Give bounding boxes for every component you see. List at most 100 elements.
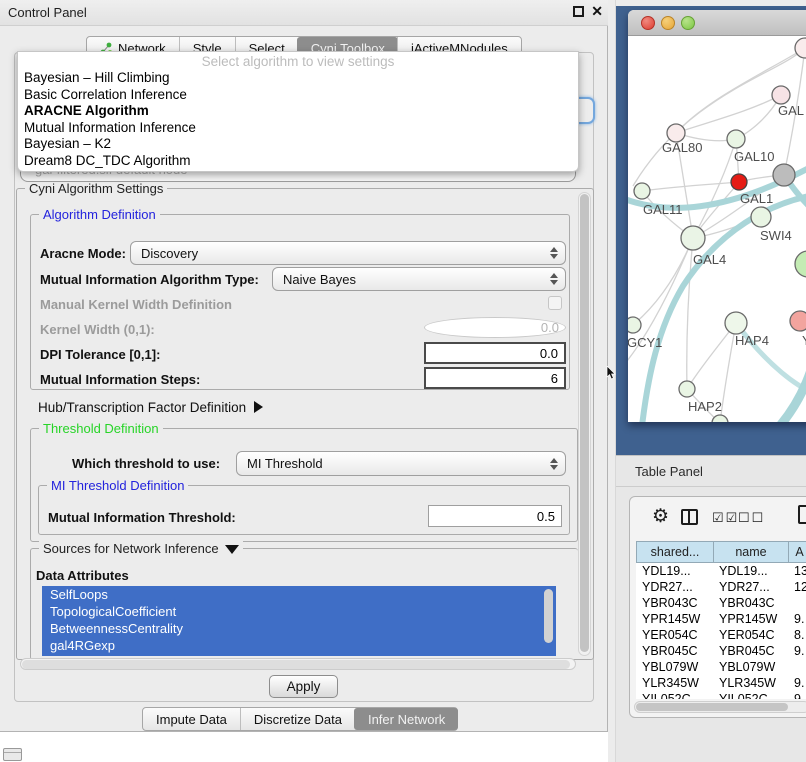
table-row[interactable]: YBR045CYBR045C9.	[636, 643, 806, 659]
node-circle-gal[interactable]	[772, 86, 790, 104]
algorithm-item-selected[interactable]: ARACNE Algorithm	[18, 103, 578, 120]
table-horizontal-scrollbar[interactable]	[634, 701, 806, 713]
node-circle-gal1-selected[interactable]	[731, 174, 747, 190]
aracne-mode-combo[interactable]: Discovery	[130, 241, 566, 265]
close-icon[interactable]: ✕	[591, 3, 603, 20]
control-panel-title: Control Panel	[8, 5, 87, 20]
columns-icon[interactable]	[681, 509, 698, 525]
new-table-icon[interactable]	[798, 505, 806, 524]
mi-steps-field[interactable]: 6	[424, 367, 566, 389]
node-table[interactable]: shared... name A YDL19...YDL19...13 YDR2…	[636, 541, 806, 699]
attributes-list-scrollbar[interactable]	[544, 589, 553, 643]
cell: YBR043C	[636, 595, 713, 611]
apply-button[interactable]: Apply	[269, 675, 338, 698]
tab-discretize-data[interactable]: Discretize Data	[240, 708, 355, 730]
manual-kernel-label: Manual Kernel Width Definition	[40, 297, 232, 312]
cell: YDL19...	[713, 563, 788, 579]
cell: 9	[788, 691, 806, 699]
kernel-width-value: 0.0	[541, 320, 559, 335]
node-circle-gray[interactable]	[773, 164, 795, 186]
table-row[interactable]: YIL052CYIL052C9	[636, 691, 806, 699]
collapse-down-icon	[225, 545, 239, 554]
algorithm-item[interactable]: Bayesian – K2	[18, 136, 578, 153]
table-row[interactable]: YDL19...YDL19...13	[636, 563, 806, 579]
data-attributes-list[interactable]: SelfLoops TopologicalCoefficient Between…	[42, 586, 556, 656]
column-header-name[interactable]: name	[713, 541, 788, 563]
bottom-tabbar: Impute Data Discretize Data Infer Networ…	[142, 707, 458, 731]
table-header-row: shared... name A	[636, 541, 806, 563]
algorithm-item[interactable]: Mutual Information Inference	[18, 120, 578, 137]
column-header-shared-name[interactable]: shared...	[636, 541, 713, 563]
algorithm-item[interactable]: Basic Correlation Inference	[18, 87, 578, 104]
screen: Control Panel ✕ Network Style Select Cyn…	[0, 0, 806, 762]
unchecked-checkboxes-icon[interactable]: ☐☐	[738, 510, 765, 526]
mi-threshold-field[interactable]: 0.5	[428, 505, 562, 527]
minimize-traffic-light-icon[interactable]	[661, 16, 675, 30]
zoom-traffic-light-icon[interactable]	[681, 16, 695, 30]
sources-legend-label: Sources for Network Inference	[43, 541, 219, 556]
stepper-icon	[550, 458, 558, 470]
settings-horizontal-scrollbar[interactable]	[20, 658, 576, 670]
table-row[interactable]: YLR345WYLR345W9.	[636, 675, 806, 691]
algorithm-item[interactable]: Bayesian – Hill Climbing	[18, 70, 578, 87]
dpi-tolerance-field[interactable]: 0.0	[424, 342, 566, 364]
expand-right-icon	[254, 401, 263, 413]
cell: YLR345W	[713, 675, 788, 691]
checked-checkboxes-icon[interactable]: ☑☑	[712, 510, 739, 526]
network-window-titlebar[interactable]	[628, 10, 806, 36]
cell: YLR345W	[636, 675, 713, 691]
which-threshold-combo[interactable]: MI Threshold	[236, 451, 566, 476]
node-circle-gcy1[interactable]	[628, 317, 641, 333]
tab-infer-network-label: Infer Network	[368, 712, 445, 727]
cell: YBR043C	[713, 595, 788, 611]
data-attributes-label: Data Attributes	[36, 568, 129, 583]
kernel-width-field[interactable]: 0.0	[424, 317, 566, 338]
node-label-gal4: GAL4	[693, 252, 726, 267]
gear-icon[interactable]: ⚙	[652, 505, 669, 528]
cell	[788, 595, 806, 611]
node-circle-gal4[interactable]	[681, 226, 705, 250]
mouse-cursor	[606, 366, 618, 387]
manual-kernel-checkbox[interactable]	[548, 296, 562, 310]
attribute-item-selected[interactable]: SelfLoops	[42, 586, 556, 603]
float-window-icon[interactable]	[573, 6, 584, 17]
cell: YDR27...	[713, 579, 788, 595]
network-view-window[interactable]: GAL80 GAL10 GAL1 GAL11 SWI4 GAL4 GCY1 HA…	[628, 10, 806, 422]
node-circle-gal10[interactable]	[727, 130, 745, 148]
column-header-partial[interactable]: A	[788, 541, 806, 563]
cell: YIL052C	[636, 691, 713, 699]
table-row[interactable]: YDR27...YDR27...12	[636, 579, 806, 595]
close-traffic-light-icon[interactable]	[641, 16, 655, 30]
mi-type-combo[interactable]: Naive Bayes	[272, 267, 566, 291]
table-row[interactable]: YBR043CYBR043C	[636, 595, 806, 611]
node-circle-swi4[interactable]	[751, 207, 771, 227]
tab-discretize-data-label: Discretize Data	[254, 712, 342, 727]
table-row[interactable]: YER054CYER054C8.	[636, 627, 806, 643]
node-circle-bottom[interactable]	[712, 415, 728, 422]
table-row[interactable]: YBL079WYBL079W	[636, 659, 806, 675]
sources-legend[interactable]: Sources for Network Inference	[39, 541, 243, 556]
settings-vertical-scrollbar[interactable]	[578, 192, 591, 656]
mi-steps-value: 6	[551, 371, 558, 386]
node-label-gal1: GAL1	[740, 191, 773, 206]
mi-threshold-definition-legend: MI Threshold Definition	[47, 478, 188, 493]
attribute-item-selected[interactable]: TopologicalCoefficient	[42, 603, 556, 620]
node-circle-hap2[interactable]	[679, 381, 695, 397]
hub-definition-expander[interactable]: Hub/Transcription Factor Definition	[38, 400, 263, 415]
network-canvas[interactable]: GAL80 GAL10 GAL1 GAL11 SWI4 GAL4 GCY1 HA…	[628, 36, 806, 422]
algorithm-item[interactable]: Dream8 DC_TDC Algorithm	[18, 153, 578, 170]
tab-impute-data[interactable]: Impute Data	[143, 708, 240, 730]
attribute-item-selected[interactable]: BetweennessCentrality	[42, 620, 556, 637]
table-row[interactable]: YPR145WYPR145W9.	[636, 611, 806, 627]
tab-infer-network[interactable]: Infer Network	[354, 708, 458, 730]
mi-threshold-value: 0.5	[537, 509, 555, 524]
node-circle-gal11[interactable]	[634, 183, 650, 199]
node-circle-hap4[interactable]	[725, 312, 747, 334]
minimized-window-icon[interactable]	[3, 748, 22, 761]
table-panel-title: Table Panel	[635, 464, 703, 479]
node-circle-salmon[interactable]	[790, 311, 806, 331]
attribute-item-selected[interactable]: gal4RGexp	[42, 637, 556, 654]
cell: 9.	[788, 611, 806, 627]
node-circle-green[interactable]	[795, 251, 806, 277]
which-threshold-value: MI Threshold	[247, 456, 323, 471]
